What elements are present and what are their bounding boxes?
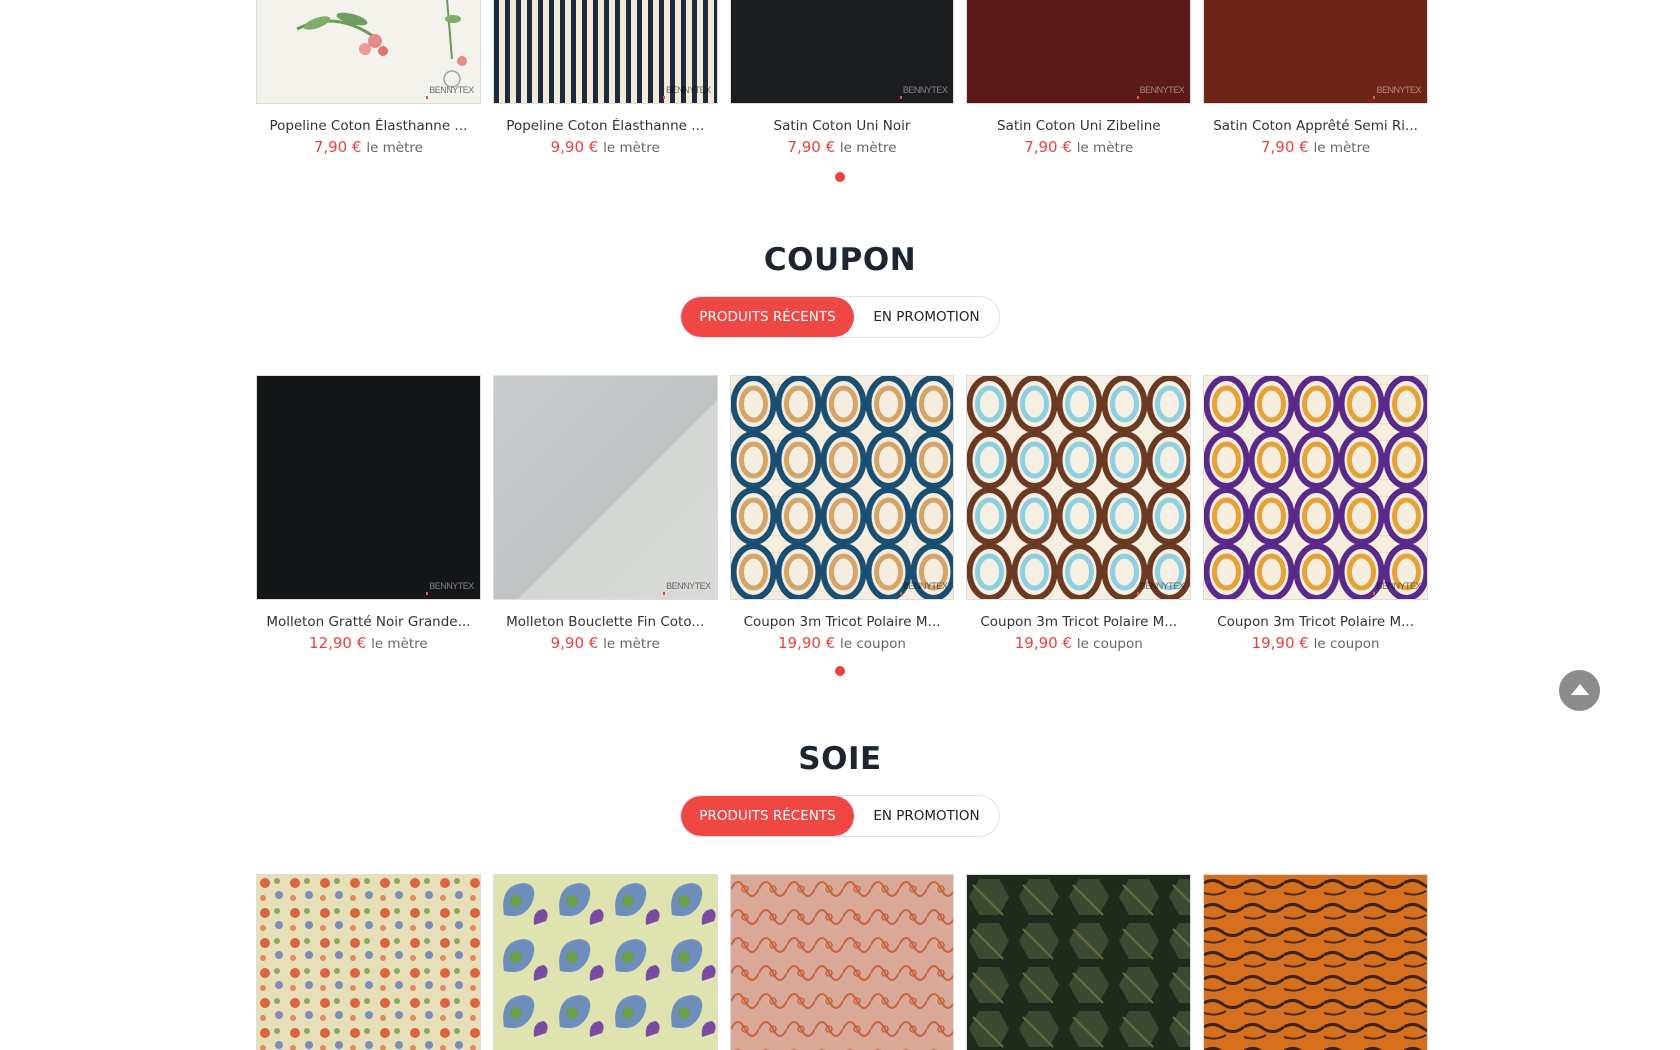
- carousel-dot[interactable]: [835, 666, 845, 676]
- watermark: BENNYTEX: [899, 580, 948, 595]
- tab-recent-products[interactable]: PRODUITS RÉCENTS: [681, 796, 854, 836]
- product-price-line: 7,90 € le mètre: [730, 138, 955, 156]
- product-card[interactable]: [966, 874, 1192, 1050]
- carousel-dot[interactable]: [835, 172, 845, 182]
- product-name[interactable]: Coupon 3m Tricot Polaire M...: [730, 614, 955, 630]
- product-price: 9,90 €: [550, 633, 599, 652]
- product-card[interactable]: [729, 874, 955, 1050]
- product-price-line: 7,90 € le mètre: [1203, 138, 1428, 156]
- product-name[interactable]: Molleton Bouclette Fin Coto...: [493, 614, 718, 630]
- product-name[interactable]: Satin Coton Uni Noir: [730, 118, 955, 134]
- back-to-top-button[interactable]: [1559, 670, 1600, 711]
- product-unit: le mètre: [603, 140, 660, 156]
- product-name[interactable]: Popeline Coton Élasthanne ...: [493, 118, 718, 134]
- product-price: 19,90 €: [1251, 633, 1309, 652]
- product-image[interactable]: BENNYTEX: [729, 0, 955, 104]
- product-price: 19,90 €: [777, 633, 836, 652]
- product-price-line: 9,90 € le mètre: [493, 138, 718, 156]
- product-card[interactable]: BENNYTEX Coupon 3m Tricot Polaire M... 1…: [729, 375, 955, 652]
- watermark: BENNYTEX: [1136, 580, 1185, 595]
- product-name[interactable]: Satin Coton Uni Zibeline: [966, 118, 1191, 134]
- product-unit: le mètre: [603, 635, 660, 652]
- product-image[interactable]: [492, 874, 718, 1050]
- product-card[interactable]: BENNYTEX Popeline Coton Élasthanne ... 9…: [492, 0, 718, 156]
- product-image[interactable]: [729, 874, 955, 1050]
- product-image[interactable]: [1203, 874, 1428, 1050]
- product-card[interactable]: BENNYTEX Coupon 3m Tricot Polaire M... 1…: [966, 375, 1192, 652]
- watermark: BENNYTEX: [426, 580, 474, 595]
- product-price: 7,90 €: [787, 138, 836, 156]
- product-image[interactable]: [966, 874, 1192, 1050]
- product-row-1: BENNYTEX Popeline Coton Élasthanne ... 7…: [256, 0, 1428, 156]
- product-image[interactable]: BENNYTEX: [492, 0, 718, 104]
- product-card[interactable]: BENNYTEX Molleton Gratté Noir Grande... …: [256, 375, 481, 652]
- product-image[interactable]: BENNYTEX: [1203, 0, 1428, 104]
- product-image[interactable]: BENNYTEX: [492, 375, 718, 600]
- product-image[interactable]: BENNYTEX: [256, 375, 481, 600]
- watermark: BENNYTEX: [1373, 580, 1421, 595]
- product-price-line: 9,90 € le mètre: [493, 634, 718, 652]
- watermark: BENNYTEX: [663, 85, 711, 99]
- product-image[interactable]: BENNYTEX: [1203, 375, 1428, 600]
- product-card[interactable]: [1203, 874, 1428, 1050]
- product-price: 7,90 €: [1261, 138, 1309, 156]
- product-unit: le coupon: [1313, 635, 1380, 652]
- product-unit: le coupon: [840, 635, 906, 652]
- product-card[interactable]: BENNYTEX Satin Coton Uni Zibeline 7,90 €…: [966, 0, 1192, 156]
- soie-tabs: PRODUITS RÉCENTS EN PROMOTION: [680, 795, 1000, 837]
- product-price: 7,90 €: [1024, 138, 1072, 156]
- tab-on-sale[interactable]: EN PROMOTION: [854, 796, 999, 836]
- product-price: 12,90 €: [309, 633, 367, 652]
- product-card[interactable]: BENNYTEX Popeline Coton Élasthanne ... 7…: [256, 0, 481, 156]
- product-price: 9,90 €: [550, 138, 599, 156]
- product-unit: le mètre: [371, 635, 428, 652]
- product-name[interactable]: Molleton Gratté Noir Grande...: [256, 614, 481, 630]
- product-card[interactable]: [492, 874, 718, 1050]
- product-unit: le coupon: [1076, 635, 1143, 652]
- product-image[interactable]: BENNYTEX: [256, 0, 481, 104]
- watermark: BENNYTEX: [663, 580, 711, 595]
- product-price-line: 19,90 € le coupon: [1203, 634, 1428, 652]
- section-title-soie: SOIE: [798, 741, 882, 777]
- product-unit: le mètre: [1313, 140, 1371, 156]
- product-unit: le mètre: [1076, 140, 1134, 156]
- product-card[interactable]: [256, 874, 481, 1050]
- product-price-line: 7,90 € le mètre: [256, 138, 481, 156]
- product-row-coupon: BENNYTEX Molleton Gratté Noir Grande... …: [256, 375, 1428, 652]
- product-price: 7,90 €: [313, 138, 362, 156]
- product-card[interactable]: BENNYTEX Satin Coton Uni Noir 7,90 € le …: [729, 0, 955, 156]
- product-price-line: 12,90 € le mètre: [256, 634, 481, 652]
- tab-recent-products[interactable]: PRODUITS RÉCENTS: [681, 297, 854, 337]
- caret-up-icon: [1570, 681, 1589, 700]
- coupon-tabs: PRODUITS RÉCENTS EN PROMOTION: [680, 296, 1000, 338]
- product-name[interactable]: Satin Coton Apprêté Semi Ri...: [1203, 118, 1428, 134]
- section-title-coupon: COUPON: [763, 242, 917, 278]
- product-name[interactable]: Coupon 3m Tricot Polaire M...: [966, 614, 1191, 630]
- product-image[interactable]: BENNYTEX: [966, 375, 1192, 600]
- product-price-line: 19,90 € le coupon: [966, 634, 1191, 652]
- product-row-soie: [256, 874, 1428, 1050]
- watermark: BENNYTEX: [899, 85, 948, 99]
- product-card[interactable]: BENNYTEX Molleton Bouclette Fin Coto... …: [492, 375, 718, 652]
- product-card[interactable]: BENNYTEX Satin Coton Apprêté Semi Ri... …: [1203, 0, 1428, 156]
- product-unit: le mètre: [366, 140, 423, 156]
- product-image[interactable]: [256, 874, 481, 1050]
- product-card[interactable]: BENNYTEX Coupon 3m Tricot Polaire M... 1…: [1203, 375, 1428, 652]
- watermark: BENNYTEX: [1136, 85, 1185, 99]
- product-image[interactable]: BENNYTEX: [966, 0, 1192, 104]
- product-image[interactable]: BENNYTEX: [729, 375, 955, 600]
- product-unit: le mètre: [839, 140, 897, 156]
- tab-on-sale[interactable]: EN PROMOTION: [854, 297, 999, 337]
- product-price-line: 19,90 € le coupon: [730, 634, 955, 652]
- watermark: BENNYTEX: [1373, 85, 1421, 99]
- product-price: 19,90 €: [1014, 633, 1073, 652]
- product-name[interactable]: Coupon 3m Tricot Polaire M...: [1203, 614, 1428, 630]
- product-name[interactable]: Popeline Coton Élasthanne ...: [256, 118, 481, 134]
- watermark: BENNYTEX: [426, 85, 474, 99]
- product-price-line: 7,90 € le mètre: [966, 138, 1191, 156]
